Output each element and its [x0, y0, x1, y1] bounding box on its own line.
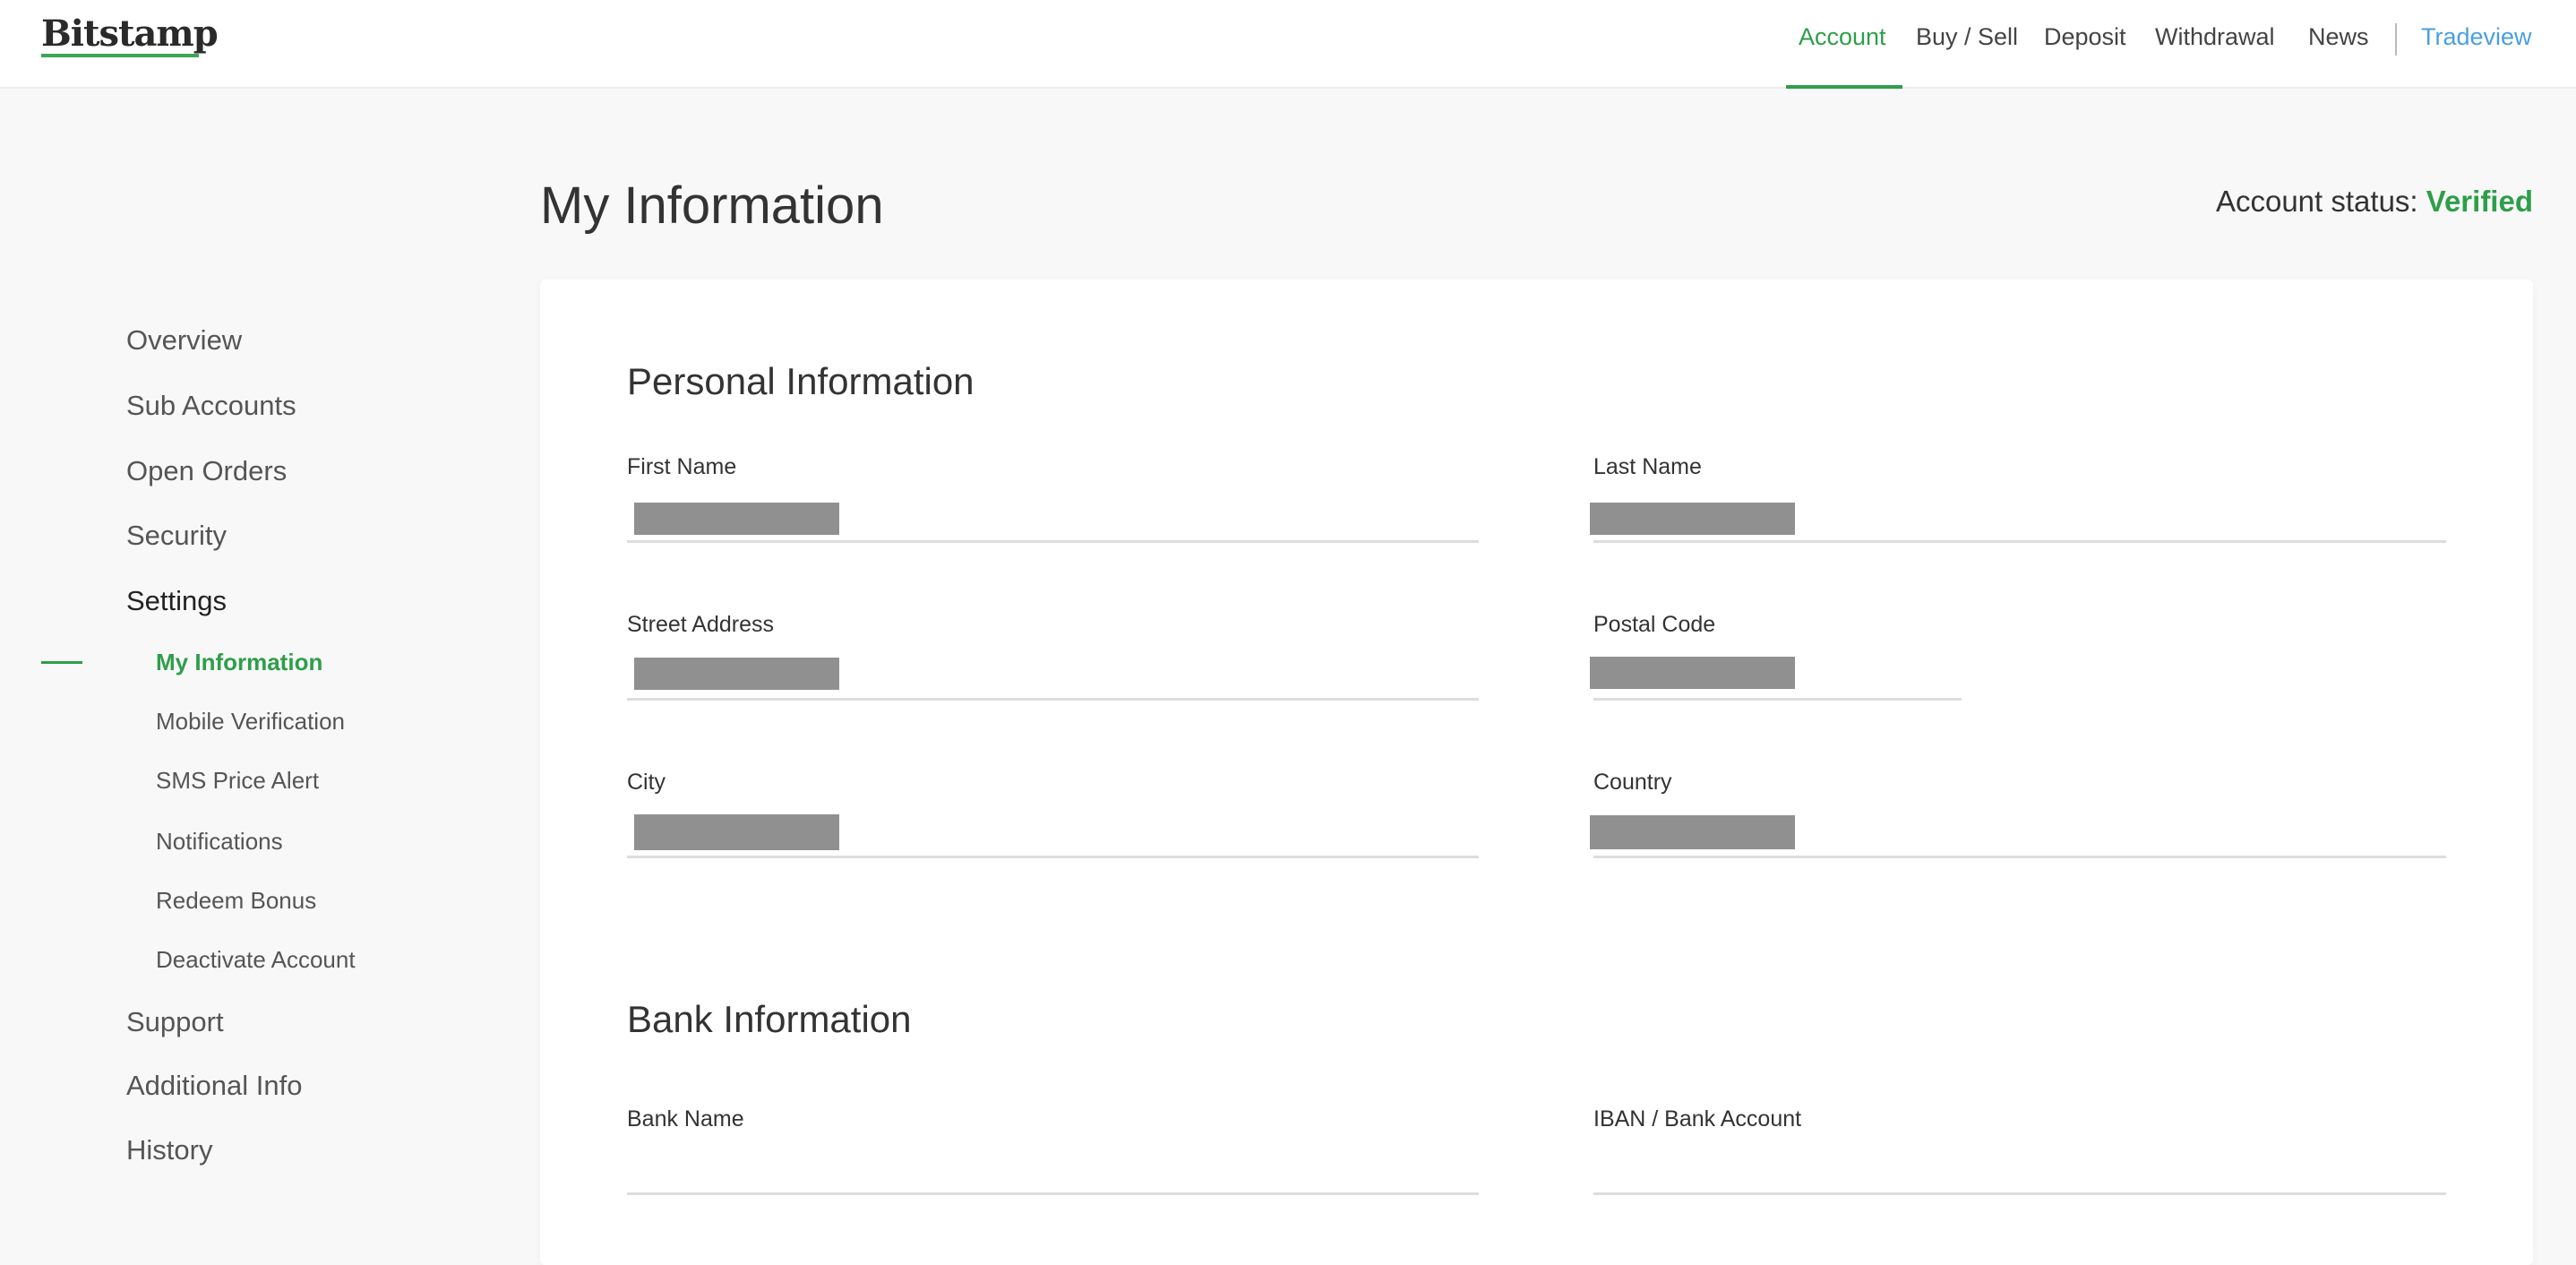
country-input[interactable]: [1593, 856, 2446, 858]
bitstamp-logo[interactable]: Bitstamp: [41, 13, 219, 55]
nav-withdrawal[interactable]: Withdrawal: [2155, 23, 2275, 51]
country-label: Country: [1593, 770, 1672, 795]
last-name-redacted: [1590, 503, 1795, 535]
postal-code-redacted: [1590, 657, 1795, 689]
active-indicator: [41, 661, 82, 664]
country-redacted: [1590, 815, 1795, 849]
sidebar-item-mobile-verification[interactable]: Mobile Verification: [156, 708, 345, 736]
top-header: Bitstamp Account Buy / Sell Deposit With…: [0, 0, 2576, 89]
sidebar-item-sms-price-alert[interactable]: SMS Price Alert: [156, 767, 319, 795]
nav-account[interactable]: Account: [1799, 23, 1886, 51]
sidebar-item-notifications[interactable]: Notifications: [156, 828, 283, 856]
bank-information-heading: Bank Information: [627, 998, 912, 1040]
last-name-label: Last Name: [1593, 454, 1702, 479]
active-nav-indicator: [1786, 85, 1902, 89]
nav-deposit[interactable]: Deposit: [2044, 23, 2126, 51]
logo-underline: [41, 54, 199, 57]
sidebar-item-redeem-bonus[interactable]: Redeem Bonus: [156, 887, 316, 915]
sidebar-item-support[interactable]: Support: [126, 1006, 224, 1038]
last-name-input[interactable]: [1593, 540, 2446, 543]
street-address-input[interactable]: [627, 698, 1479, 701]
first-name-input[interactable]: [627, 540, 1479, 543]
information-card: Personal Information First Name Last Nam…: [540, 280, 2533, 1265]
postal-code-label: Postal Code: [1593, 612, 1716, 637]
nav-buy-sell[interactable]: Buy / Sell: [1916, 23, 2018, 51]
city-input[interactable]: [627, 856, 1479, 858]
sidebar-item-sub-accounts[interactable]: Sub Accounts: [126, 390, 296, 422]
street-address-redacted: [634, 658, 839, 690]
sidebar-item-security[interactable]: Security: [126, 520, 227, 552]
status-label: Account status:: [2215, 185, 2418, 218]
personal-information-heading: Personal Information: [627, 360, 975, 402]
bank-name-label: Bank Name: [627, 1106, 744, 1132]
sidebar-item-deactivate-account[interactable]: Deactivate Account: [156, 946, 356, 974]
bank-name-input[interactable]: [627, 1192, 1479, 1195]
sidebar-item-history[interactable]: History: [126, 1134, 212, 1166]
nav-tradeview[interactable]: Tradeview: [2421, 23, 2532, 51]
status-badge: Verified: [2426, 185, 2533, 218]
iban-input[interactable]: [1593, 1192, 2446, 1195]
sidebar-item-open-orders[interactable]: Open Orders: [126, 455, 287, 487]
sidebar-item-additional-info[interactable]: Additional Info: [126, 1070, 302, 1102]
city-label: City: [627, 770, 666, 795]
iban-label: IBAN / Bank Account: [1593, 1106, 1802, 1132]
sidebar-item-overview[interactable]: Overview: [126, 324, 242, 357]
city-redacted: [634, 814, 839, 850]
account-status: Account status: Verified: [2216, 185, 2533, 219]
first-name-redacted: [634, 503, 839, 535]
postal-code-input[interactable]: [1593, 698, 1962, 701]
sidebar-item-my-information[interactable]: My Information: [156, 649, 322, 676]
nav-separator: [2395, 23, 2397, 56]
page-title: My Information: [540, 176, 884, 235]
street-address-label: Street Address: [627, 612, 774, 637]
sidebar-item-settings[interactable]: Settings: [126, 585, 227, 617]
first-name-label: First Name: [627, 454, 737, 479]
nav-news[interactable]: News: [2308, 23, 2369, 51]
